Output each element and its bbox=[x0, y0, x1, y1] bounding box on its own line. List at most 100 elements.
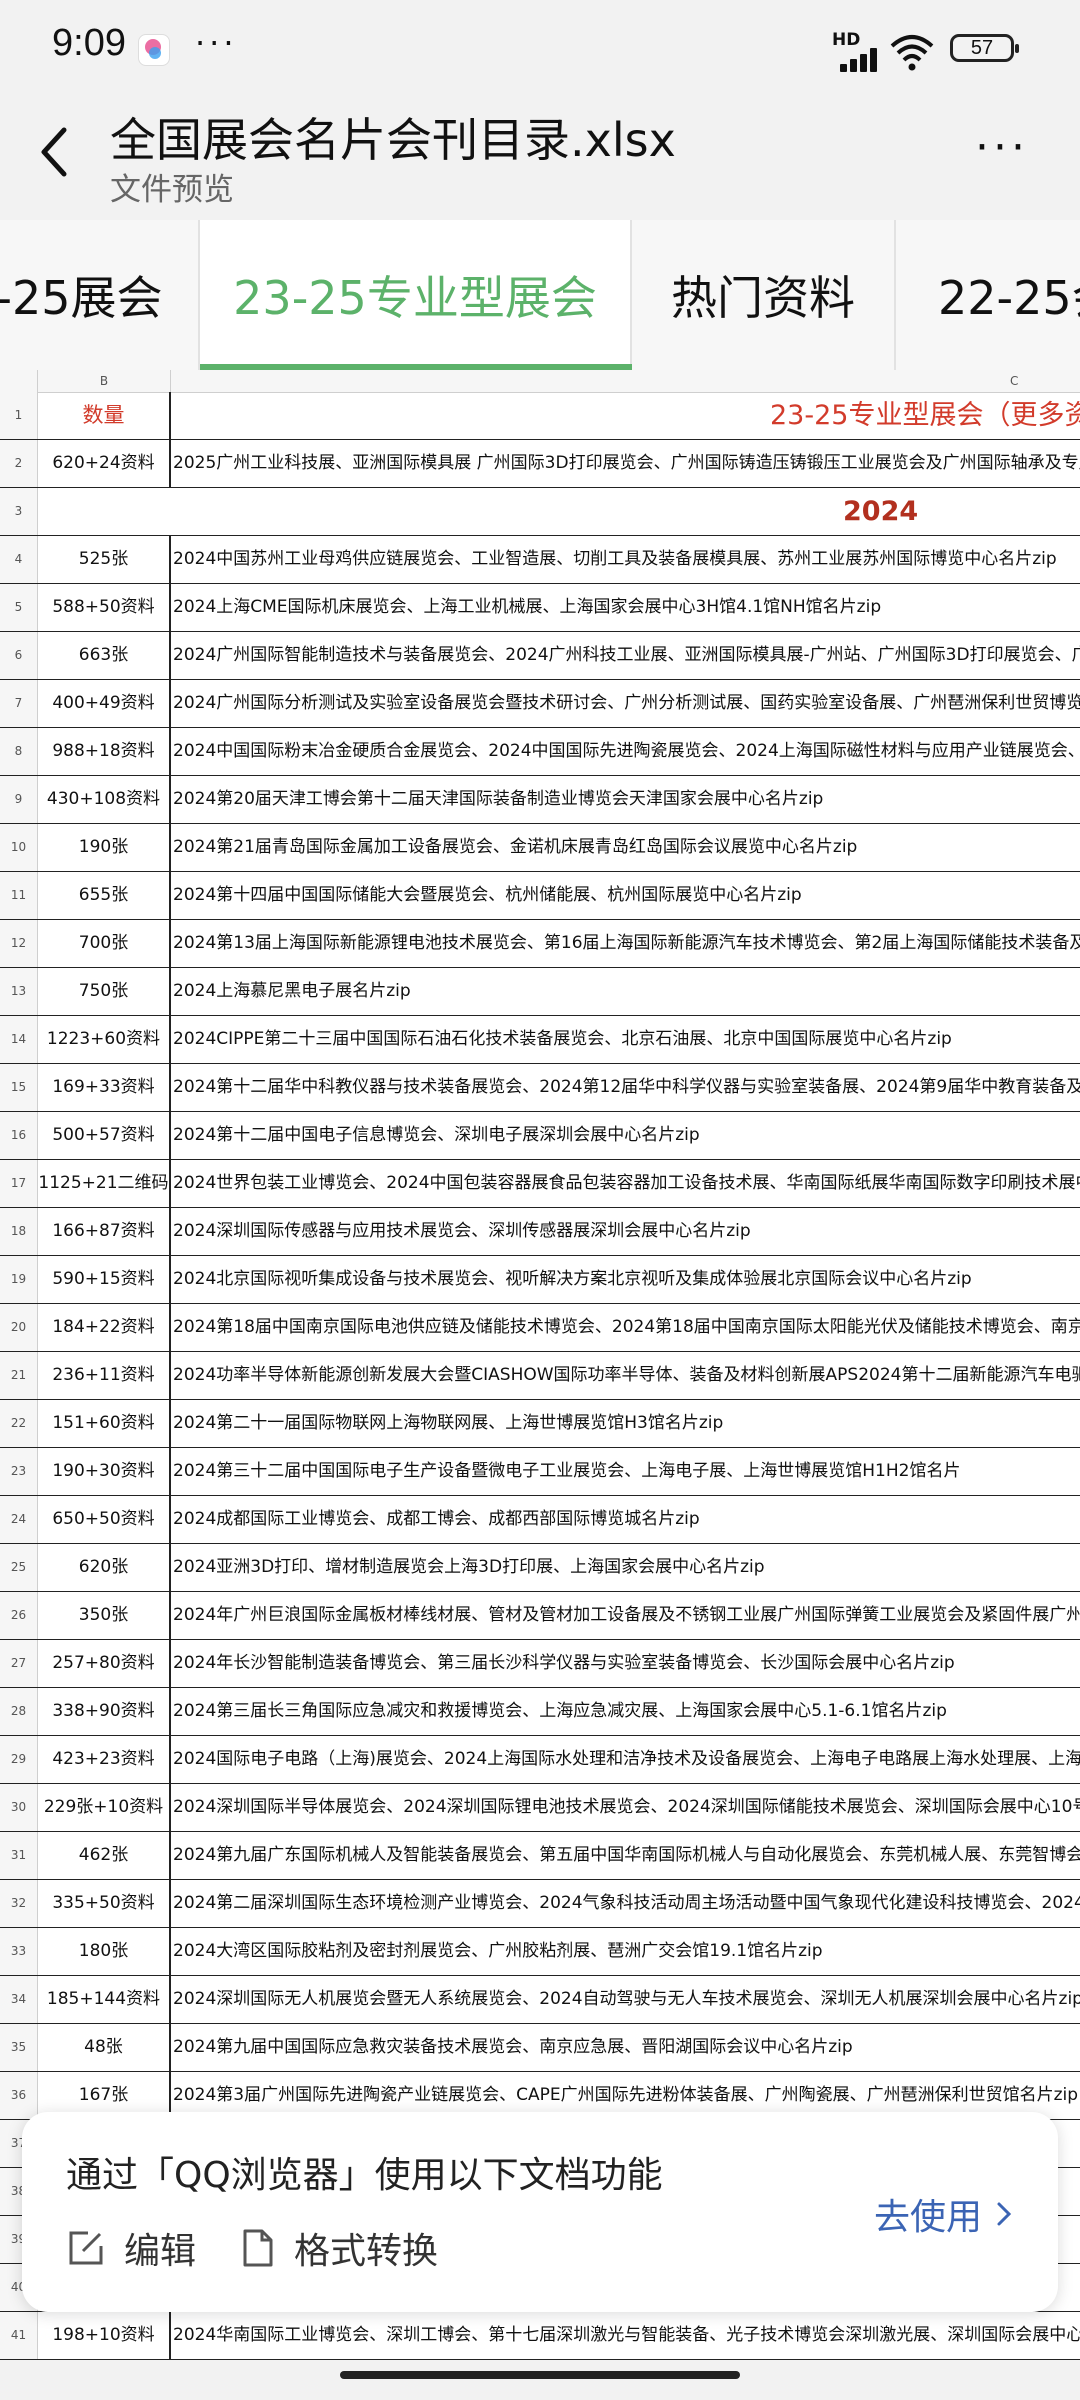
table-row[interactable]: 26 350张 2024年广州巨浪国际金属板材棒线材展、管材及管材加工设备展及不锈钢… bbox=[0, 1592, 1080, 1640]
table-row[interactable]: 29 423+23资料 2024国际电子电路（上海)展览会、2024上海国际水处理和… bbox=[0, 1736, 1080, 1784]
cell-quantity[interactable]: 988+18资料 bbox=[38, 728, 171, 775]
cell-exhibition[interactable]: 2024年广州巨浪国际金属板材棒线材展、管材及管材加工设备展及不锈钢工业展广州国… bbox=[172, 1592, 1080, 1639]
table-row[interactable]: 15 169+33资料 2024第十二届华中科教仪器与技术装备展览会、2024第12… bbox=[0, 1064, 1080, 1112]
cell-quantity[interactable]: 数量 bbox=[38, 392, 171, 439]
row-number[interactable]: 23 bbox=[0, 1448, 38, 1495]
table-row[interactable]: 8 988+18资料 2024中国国际粉末冶金硬质合金展览会、2024中国国际先进陶… bbox=[0, 728, 1080, 776]
cell-quantity[interactable]: 190张 bbox=[38, 824, 171, 871]
table-row[interactable]: 20 184+22资料 2024第18届中国南京国际电池供应链及储能技术博览会、20… bbox=[0, 1304, 1080, 1352]
table-row[interactable]: 22 151+60资料 2024第二十一届国际物联网上海物联网展、上海世博展览馆H3… bbox=[0, 1400, 1080, 1448]
row-number[interactable]: 29 bbox=[0, 1736, 38, 1783]
cell-quantity[interactable]: 588+50资料 bbox=[38, 584, 171, 631]
table-row[interactable]: 1 数量 23-25专业型展会（更多资 bbox=[0, 392, 1080, 440]
cell-exhibition[interactable]: 2024第三十二届中国国际电子生产设备暨微电子工业展览会、上海电子展、上海世博展… bbox=[172, 1448, 1080, 1495]
table-row[interactable]: 5 588+50资料 2024上海CME国际机床展览会、上海工业机械展、上海国家会展… bbox=[0, 584, 1080, 632]
row-number[interactable]: 36 bbox=[0, 2072, 38, 2119]
table-row[interactable]: 31 462张 2024第九届广东国际机械人及智能装备展览会、第五届中国华南国际机械… bbox=[0, 1832, 1080, 1880]
row-number[interactable]: 2 bbox=[0, 440, 38, 487]
cell-quantity[interactable]: 620张 bbox=[38, 1544, 171, 1591]
cell-exhibition[interactable]: 2024中国苏州工业母鸡供应链展览会、工业智造展、切削工具及装备展模具展、苏州工… bbox=[172, 536, 1080, 583]
table-row[interactable]: 7 400+49资料 2024广州国际分析测试及实验室设备展览会暨技术研讨会、广州分… bbox=[0, 680, 1080, 728]
cell-quantity[interactable]: 166+87资料 bbox=[38, 1208, 171, 1255]
row-number[interactable]: 19 bbox=[0, 1256, 38, 1303]
row-number[interactable]: 18 bbox=[0, 1208, 38, 1255]
table-row[interactable]: 30 229张+10资料 2024深圳国际半导体展览会、2024深圳国际锂电池技术展… bbox=[0, 1784, 1080, 1832]
cell-exhibition[interactable]: 2024第三届长三角国际应急减灾和救援博览会、上海应急减灾展、上海国家会展中心5… bbox=[172, 1688, 1080, 1735]
tab-sheet-hot[interactable]: 热门资料 bbox=[632, 220, 896, 370]
row-number[interactable]: 1 bbox=[0, 392, 38, 439]
more-options-icon[interactable]: ··· bbox=[975, 126, 1029, 170]
table-row[interactable]: 27 257+80资料 2024年长沙智能制造装备博览会、第三届长沙科学仪器与实验室… bbox=[0, 1640, 1080, 1688]
cell-quantity[interactable]: 350张 bbox=[38, 1592, 171, 1639]
tab-sheet-prev[interactable]: -25展会 bbox=[0, 220, 200, 370]
cell-quantity[interactable]: 525张 bbox=[38, 536, 171, 583]
cell-quantity[interactable]: 750张 bbox=[38, 968, 171, 1015]
column-header-b[interactable]: B bbox=[38, 370, 171, 392]
table-row[interactable]: 10 190张 2024第21届青岛国际金属加工设备展览会、金诺机床展青岛红岛国际会… bbox=[0, 824, 1080, 872]
table-row[interactable]: 23 190+30资料 2024第三十二届中国国际电子生产设备暨微电子工业展览会、上… bbox=[0, 1448, 1080, 1496]
row-number[interactable]: 21 bbox=[0, 1352, 38, 1399]
table-row[interactable]: 41 198+10资料 2024华南国际工业博览会、深圳工博会、第十七届深圳激光与智… bbox=[0, 2312, 1080, 2360]
cell-exhibition[interactable]: 2024深圳国际无人机展览会暨无人系统展览会、2024自动驾驶与无人车技术展览会… bbox=[172, 1976, 1080, 2023]
cell-exhibition[interactable]: 2024第十二届华中科教仪器与技术装备展览会、2024第12届华中科学仪器与实验… bbox=[172, 1064, 1080, 1111]
table-row[interactable]: 11 655张 2024第十四届中国国际储能大会暨展览会、杭州储能展、杭州国际展览中… bbox=[0, 872, 1080, 920]
table-row[interactable]: 12 700张 2024第13届上海国际新能源锂电池技术展览会、第16届上海国际新能… bbox=[0, 920, 1080, 968]
table-row[interactable]: 6 663张 2024广州国际智能制造技术与装备展览会、2024广州科技工业展、亚洲… bbox=[0, 632, 1080, 680]
table-row[interactable]: 33 180张 2024大湾区国际胶粘剂及密封剂展览会、广州胶粘剂展、琶洲广交会馆1… bbox=[0, 1928, 1080, 1976]
spreadsheet-grid[interactable]: B C 1 数量 23-25专业型展会（更多资 2 620+24资料 2025广州工业科技… bbox=[0, 370, 1080, 2360]
table-row[interactable]: 24 650+50资料 2024成都国际工业博览会、成都工博会、成都西部国际博览城名… bbox=[0, 1496, 1080, 1544]
cell-exhibition[interactable]: 2024中国国际粉末冶金硬质合金展览会、2024中国国际先进陶瓷展览会、2024… bbox=[172, 728, 1080, 775]
cell-exhibition[interactable]: 2024功率半导体新能源创新发展大会暨CIASHOW国际功率半导体、装备及材料创… bbox=[172, 1352, 1080, 1399]
cell-quantity[interactable]: 1223+60资料 bbox=[38, 1016, 171, 1063]
cell-exhibition[interactable]: 2024年长沙智能制造装备博览会、第三届长沙科学仪器与实验室装备博览会、长沙国际… bbox=[172, 1640, 1080, 1687]
cell-exhibition[interactable]: 2025广州工业科技展、亚洲国际模具展 广州国际3D打印展览会、广州国际铸造压铸… bbox=[172, 440, 1080, 487]
row-number[interactable]: 11 bbox=[0, 872, 38, 919]
row-number[interactable]: 9 bbox=[0, 776, 38, 823]
row-number[interactable]: 33 bbox=[0, 1928, 38, 1975]
cell-quantity[interactable]: 169+33资料 bbox=[38, 1064, 171, 1111]
cell-quantity[interactable]: 462张 bbox=[38, 1832, 171, 1879]
table-row[interactable]: 2 620+24资料 2025广州工业科技展、亚洲国际模具展 广州国际3D打印展览会… bbox=[0, 440, 1080, 488]
cell-exhibition[interactable]: 2024第20届天津工博会第十二届天津国际装备制造业博览会天津国家会展中心名片z… bbox=[172, 776, 1080, 823]
cell-exhibition[interactable]: 23-25专业型展会（更多资 bbox=[172, 392, 1080, 439]
cell-quantity[interactable]: 335+50资料 bbox=[38, 1880, 171, 1927]
cell-quantity[interactable]: 400+49资料 bbox=[38, 680, 171, 727]
cell-quantity[interactable]: 338+90资料 bbox=[38, 1688, 171, 1735]
table-row[interactable]: 21 236+11资料 2024功率半导体新能源创新发展大会暨CIASHOW国际功率… bbox=[0, 1352, 1080, 1400]
row-number[interactable]: 35 bbox=[0, 2024, 38, 2071]
row-number[interactable]: 13 bbox=[0, 968, 38, 1015]
cell-quantity[interactable]: 185+144资料 bbox=[38, 1976, 171, 2023]
edit-feature-button[interactable]: 编辑 bbox=[66, 2222, 196, 2274]
row-number[interactable]: 8 bbox=[0, 728, 38, 775]
cell-quantity[interactable]: 620+24资料 bbox=[38, 440, 171, 487]
cell-quantity[interactable]: 229张+10资料 bbox=[38, 1784, 171, 1831]
cell-exhibition[interactable]: 2024世界包装工业博览会、2024中国包装容器展食品包装容器加工设备技术展、华… bbox=[172, 1160, 1080, 1207]
row-number[interactable]: 41 bbox=[0, 2312, 38, 2359]
cell-exhibition[interactable]: 2024广州国际智能制造技术与装备展览会、2024广州科技工业展、亚洲国际模具展… bbox=[172, 632, 1080, 679]
cell-quantity[interactable]: 500+57资料 bbox=[38, 1112, 171, 1159]
select-all-corner[interactable] bbox=[0, 370, 38, 392]
cell-quantity[interactable]: 236+11资料 bbox=[38, 1352, 171, 1399]
table-row[interactable]: 14 1223+60资料 2024CIPPE第二十三届中国国际石油石化技术装备展览会… bbox=[0, 1016, 1080, 1064]
cell-quantity[interactable]: 1125+21二维码 bbox=[38, 1160, 171, 1207]
cell-quantity[interactable]: 190+30资料 bbox=[38, 1448, 171, 1495]
cell-exhibition[interactable]: 2024第十四届中国国际储能大会暨展览会、杭州储能展、杭州国际展览中心名片zip bbox=[172, 872, 1080, 919]
table-row[interactable]: 9 430+108资料 2024第20届天津工博会第十二届天津国际装备制造业博览会天… bbox=[0, 776, 1080, 824]
row-number[interactable]: 27 bbox=[0, 1640, 38, 1687]
cell-quantity[interactable]: 198+10资料 bbox=[38, 2312, 171, 2359]
row-number[interactable]: 14 bbox=[0, 1016, 38, 1063]
cell-exhibition[interactable]: 2024CIPPE第二十三届中国国际石油石化技术装备展览会、北京石油展、北京中国… bbox=[172, 1016, 1080, 1063]
cell-quantity[interactable]: 423+23资料 bbox=[38, 1736, 171, 1783]
table-row[interactable]: 18 166+87资料 2024深圳国际传感器与应用技术展览会、深圳传感器展深圳会展… bbox=[0, 1208, 1080, 1256]
row-number[interactable]: 30 bbox=[0, 1784, 38, 1831]
row-number[interactable]: 22 bbox=[0, 1400, 38, 1447]
cell-quantity[interactable]: 257+80资料 bbox=[38, 1640, 171, 1687]
cell-quantity[interactable]: 430+108资料 bbox=[38, 776, 171, 823]
cell-exhibition[interactable]: 2024成都国际工业博览会、成都工博会、成都西部国际博览城名片zip bbox=[172, 1496, 1080, 1543]
row-number[interactable]: 3 bbox=[0, 488, 38, 535]
cell-exhibition[interactable]: 2024北京国际视听集成设备与技术展览会、视听解决方案北京视听及集成体验展北京国… bbox=[172, 1256, 1080, 1303]
cell-quantity[interactable]: 151+60资料 bbox=[38, 1400, 171, 1447]
cell-exhibition[interactable]: 2024大湾区国际胶粘剂及密封剂展览会、广州胶粘剂展、琶洲广交会馆19.1馆名片… bbox=[172, 1928, 1080, 1975]
row-number[interactable]: 20 bbox=[0, 1304, 38, 1351]
cell-quantity[interactable]: 184+22资料 bbox=[38, 1304, 171, 1351]
